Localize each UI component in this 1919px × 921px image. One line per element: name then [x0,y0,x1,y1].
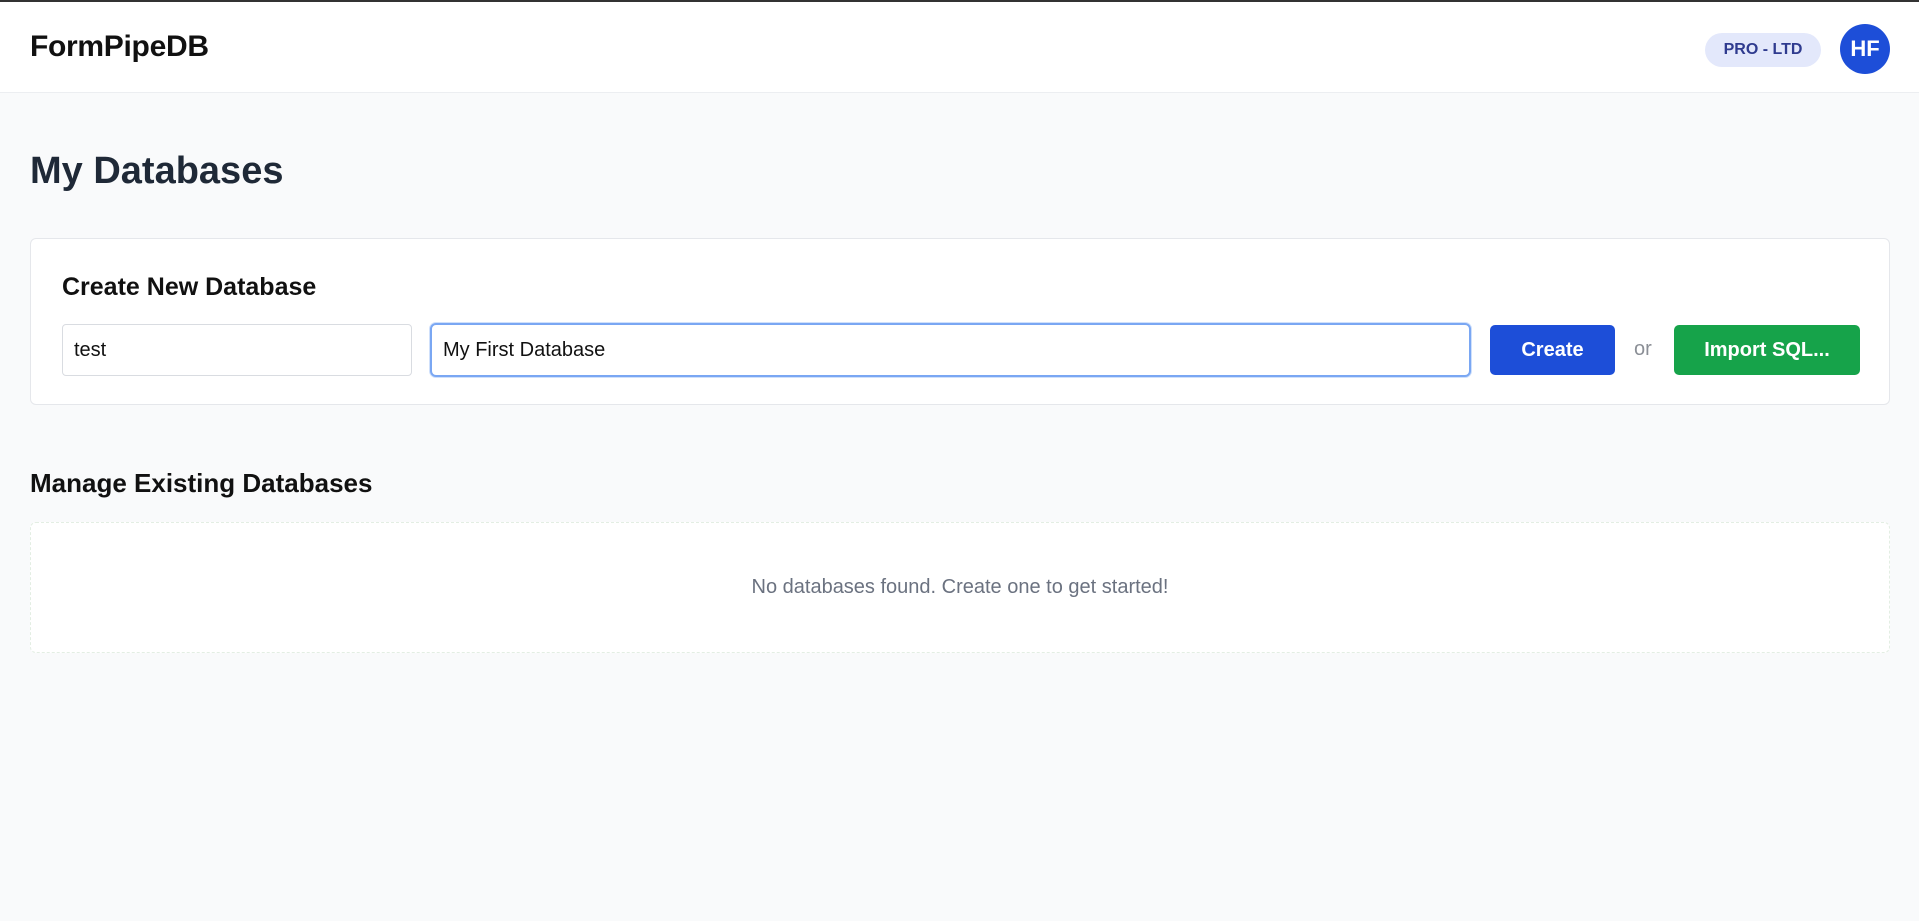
manage-databases-title: Manage Existing Databases [30,468,373,498]
create-database-card: Create New Database Create or Import SQL… [30,238,1890,405]
databases-empty-state: No databases found. Create one to get st… [30,522,1890,653]
app-header: FormPipeDB PRO - LTD HF [0,2,1919,93]
or-separator: or [1634,338,1652,360]
database-key-input[interactable] [62,324,412,376]
create-database-title: Create New Database [62,273,317,301]
empty-state-message: No databases found. Create one to get st… [751,576,1169,598]
user-avatar[interactable]: HF [1840,24,1890,74]
plan-badge: PRO - LTD [1705,33,1821,67]
create-button[interactable]: Create [1490,325,1615,375]
database-name-input[interactable] [430,323,1471,377]
page-title: My Databases [30,150,284,192]
import-sql-button[interactable]: Import SQL... [1674,325,1860,375]
brand-logo[interactable]: FormPipeDB [30,30,209,64]
